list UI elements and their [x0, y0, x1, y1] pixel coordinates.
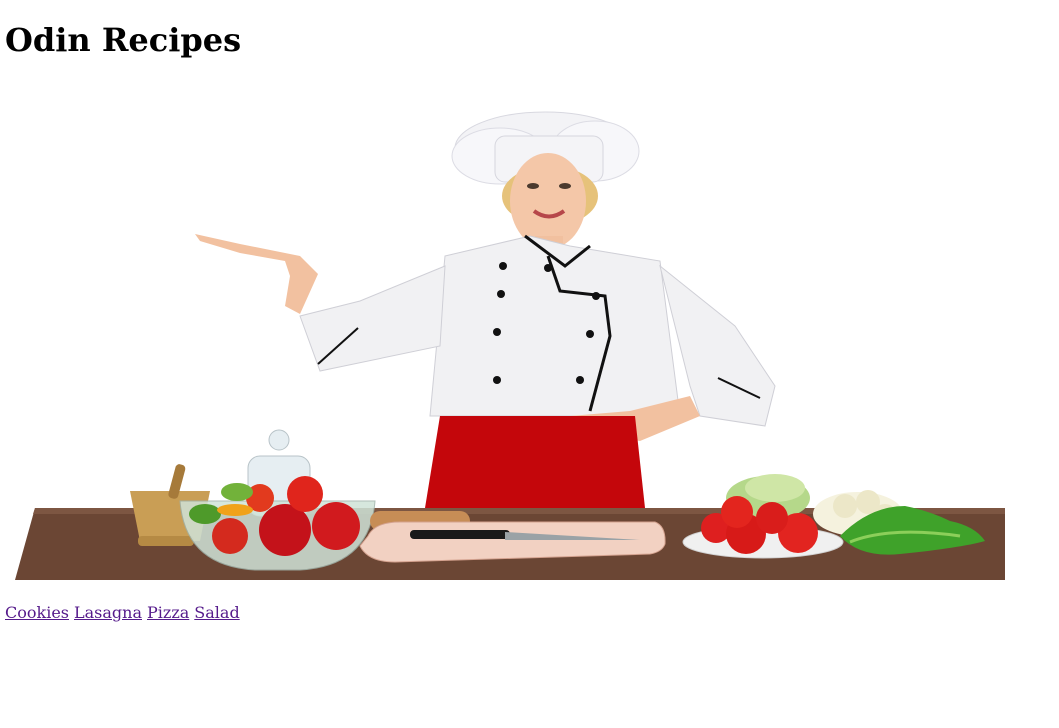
link-cookies[interactable]: Cookies	[5, 603, 69, 622]
chef-hero-image	[0, 96, 1010, 586]
page-title: Odin Recipes	[5, 21, 242, 59]
link-lasagna[interactable]: Lasagna	[74, 603, 142, 622]
link-salad[interactable]: Salad	[194, 603, 239, 622]
chef-illustration-icon	[15, 111, 1005, 580]
recipe-links: Cookies Lasagna Pizza Salad	[5, 603, 245, 623]
link-pizza[interactable]: Pizza	[147, 603, 189, 622]
